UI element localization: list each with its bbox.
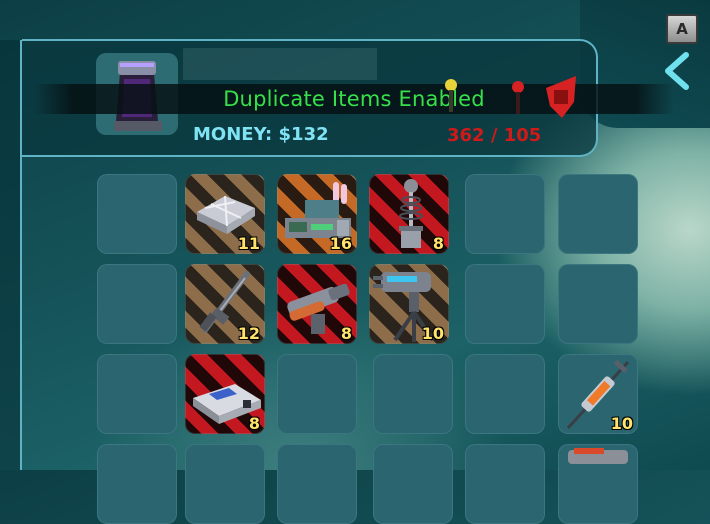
inventory-slot-empty[interactable] xyxy=(558,174,638,254)
item-quantity: 16 xyxy=(329,234,352,253)
inventory-slot[interactable]: 12 xyxy=(185,264,265,344)
left-rail xyxy=(0,40,22,470)
inventory-slot[interactable] xyxy=(558,444,638,524)
machine-part-icon xyxy=(568,448,628,464)
inventory-slot-empty[interactable] xyxy=(465,354,545,434)
inventory-slot-empty[interactable] xyxy=(465,174,545,254)
item-quantity: 8 xyxy=(340,324,352,343)
weight-max: 105 xyxy=(503,125,542,146)
inventory-slot-empty[interactable] xyxy=(373,354,453,434)
inventory-slot[interactable]: 10 xyxy=(558,354,638,434)
name-field-background xyxy=(183,48,377,80)
inventory-slot-empty[interactable] xyxy=(185,444,265,524)
inventory-slot[interactable]: 16 xyxy=(277,174,357,254)
weight-current: 362 xyxy=(447,125,485,146)
yellow-marker-icon xyxy=(445,79,457,112)
money-label: MONEY: xyxy=(193,124,273,145)
weight-separator: / xyxy=(490,125,498,146)
item-quantity: 10 xyxy=(421,324,444,343)
money-value: $132 xyxy=(278,124,329,145)
inventory-slot-empty[interactable] xyxy=(97,174,177,254)
inventory-slot-empty[interactable] xyxy=(97,444,177,524)
inventory-slot-empty[interactable] xyxy=(97,264,177,344)
inventory-slot[interactable]: 8 xyxy=(277,264,357,344)
money-display: MONEY: $132 xyxy=(193,124,329,145)
item-quantity: 8 xyxy=(432,234,444,253)
item-quantity: 8 xyxy=(248,414,260,433)
inventory-slot-empty[interactable] xyxy=(277,354,357,434)
red-weight-icon xyxy=(546,76,576,118)
inventory-slot-empty[interactable] xyxy=(373,444,453,524)
inventory-slot[interactable]: 8 xyxy=(185,354,265,434)
carry-weight: 362 / 105 xyxy=(447,125,541,146)
inventory-slot-empty[interactable] xyxy=(277,444,357,524)
item-quantity: 10 xyxy=(610,414,633,433)
inventory-slot[interactable]: 11 xyxy=(185,174,265,254)
inventory-slot[interactable]: 10 xyxy=(369,264,449,344)
inventory-slot-empty[interactable] xyxy=(97,354,177,434)
item-quantity: 11 xyxy=(237,234,260,253)
key-hint-button[interactable]: A xyxy=(666,14,698,44)
inventory-slot-empty[interactable] xyxy=(465,264,545,344)
inventory-slot-empty[interactable] xyxy=(465,444,545,524)
red-marker-icon xyxy=(512,81,524,114)
inventory-slot-empty[interactable] xyxy=(558,264,638,344)
inventory-slot[interactable]: 8 xyxy=(369,174,449,254)
item-quantity: 12 xyxy=(237,324,260,343)
